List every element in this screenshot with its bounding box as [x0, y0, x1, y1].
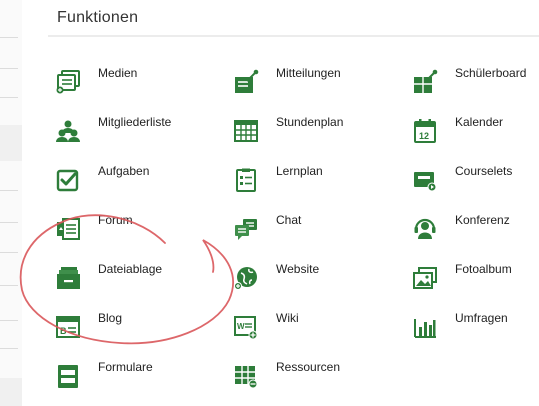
- function-label: Lernplan: [276, 164, 323, 178]
- function-stundenplan[interactable]: Stundenplan: [233, 115, 403, 155]
- function-label: Umfragen: [455, 311, 508, 325]
- function-label: Formulare: [98, 360, 153, 374]
- calendar-day: 12: [419, 131, 429, 141]
- function-label: Kalender: [455, 115, 504, 129]
- resources-icon: [233, 363, 259, 389]
- photo-album-icon: [412, 265, 438, 291]
- section-title: Funktionen: [57, 9, 139, 26]
- function-aufgaben[interactable]: Aufgaben: [55, 164, 225, 204]
- function-courselets[interactable]: Courselets: [412, 164, 539, 204]
- chat-icon: [233, 216, 259, 242]
- function-fotoalbum[interactable]: Fotoalbum: [412, 262, 539, 302]
- function-lernplan[interactable]: Lernplan: [233, 164, 403, 204]
- function-umfragen[interactable]: Umfragen: [412, 311, 539, 351]
- function-label: Medien: [98, 66, 138, 80]
- function-label: Konferenz: [455, 213, 510, 227]
- blog-icon: B: [55, 314, 81, 340]
- function-label: Mitgliederliste: [98, 115, 172, 129]
- forum-icon: [55, 216, 81, 242]
- calendar-icon: 12: [412, 118, 438, 144]
- announcements-icon: [233, 69, 259, 95]
- function-label: Forum: [98, 213, 133, 227]
- function-label: Stundenplan: [276, 115, 344, 129]
- function-schuelerboard[interactable]: Schülerboard: [412, 66, 539, 106]
- function-blog[interactable]: B Blog: [55, 311, 225, 351]
- wiki-icon: W: [233, 314, 259, 340]
- function-ressourcen[interactable]: Ressourcen: [233, 360, 403, 400]
- title-divider: [48, 35, 539, 37]
- function-konferenz[interactable]: Konferenz: [412, 213, 539, 253]
- website-icon: [233, 265, 259, 291]
- function-wiki[interactable]: W Wiki: [233, 311, 403, 351]
- members-icon: [55, 118, 81, 144]
- function-label: Fotoalbum: [455, 262, 512, 276]
- function-label: Blog: [98, 311, 123, 325]
- tasks-check-icon: [55, 167, 81, 193]
- function-mitteilungen[interactable]: Mitteilungen: [233, 66, 403, 106]
- svg-text:W: W: [237, 322, 245, 331]
- svg-text:B: B: [60, 326, 67, 336]
- courselets-icon: [412, 167, 438, 193]
- function-forum[interactable]: Forum: [55, 213, 225, 253]
- left-sidebar-edge: [0, 0, 22, 406]
- function-label: Ressourcen: [276, 360, 341, 374]
- function-label: Wiki: [276, 311, 299, 325]
- student-board-icon: [412, 69, 438, 95]
- function-medien[interactable]: Medien: [55, 66, 225, 106]
- timetable-icon: [233, 118, 259, 144]
- function-label: Aufgaben: [98, 164, 150, 178]
- media-icon: [55, 69, 81, 95]
- function-website[interactable]: Website: [233, 262, 403, 302]
- forms-icon: [55, 363, 81, 389]
- function-formulare[interactable]: Formulare: [55, 360, 225, 400]
- function-label: Dateiablage: [98, 262, 163, 276]
- function-label: Website: [276, 262, 320, 276]
- function-mitgliederliste[interactable]: Mitgliederliste: [55, 115, 225, 155]
- function-kalender[interactable]: 12 Kalender: [412, 115, 539, 155]
- conference-icon: [412, 216, 438, 242]
- function-chat[interactable]: Chat: [233, 213, 403, 253]
- function-label: Courselets: [455, 164, 513, 178]
- file-storage-icon: [55, 265, 81, 291]
- function-label: Chat: [276, 213, 302, 227]
- survey-icon: [412, 314, 438, 340]
- function-label: Schülerboard: [455, 66, 527, 80]
- function-label: Mitteilungen: [276, 66, 341, 80]
- learning-plan-icon: [233, 167, 259, 193]
- function-dateiablage[interactable]: Dateiablage: [55, 262, 225, 302]
